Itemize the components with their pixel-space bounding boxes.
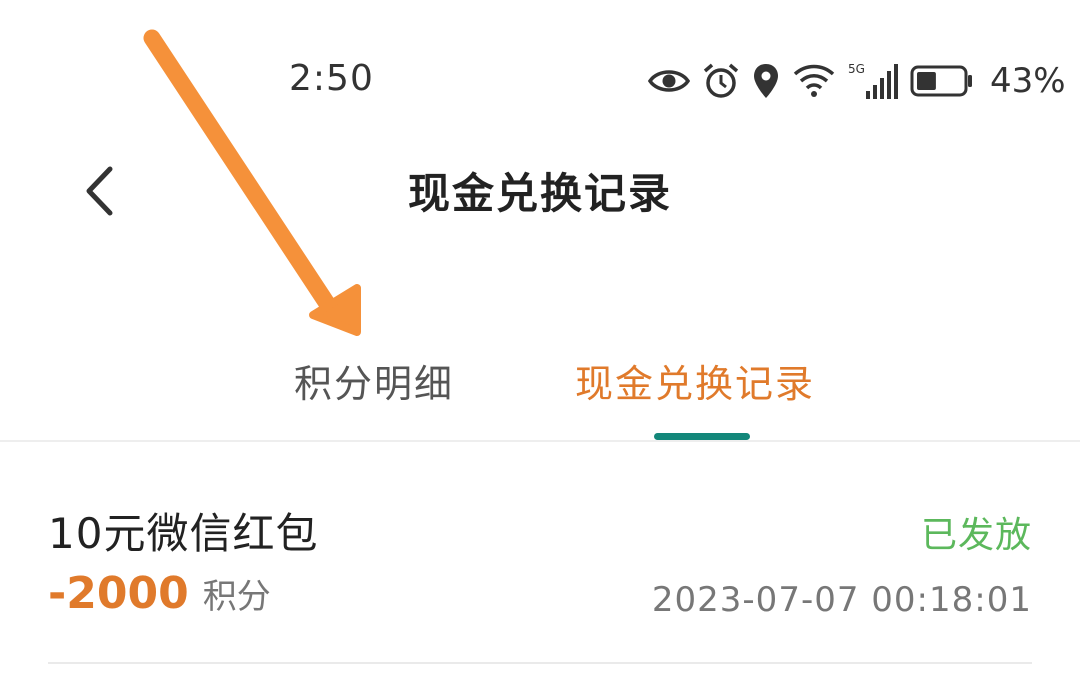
list-divider	[48, 662, 1032, 664]
list-item[interactable]: 10元微信红包 已发放 -2000 积分 2023-07-07 00:18:01	[48, 490, 1032, 666]
page-title: 现金兑换记录	[407, 169, 672, 218]
screen: 2:50 5G 43% 现金兑换记录 积分明细 现金兑换记录 10元微信红包 已…	[0, 0, 1080, 680]
points-value: -2000	[48, 568, 189, 619]
points-unit: 积分	[202, 577, 271, 617]
battery-percent: 43%	[990, 61, 1066, 101]
tab-points-detail[interactable]: 积分明细	[294, 353, 454, 408]
signal-icon: 5G	[848, 62, 898, 99]
alarm-icon	[703, 63, 739, 98]
active-tab-indicator	[654, 433, 750, 440]
location-icon	[754, 64, 778, 98]
wifi-icon	[793, 64, 835, 97]
network-label: 5G	[848, 62, 865, 76]
eye-icon	[648, 70, 690, 92]
tabs-divider	[0, 440, 1080, 442]
tab-bar: 积分明细 现金兑换记录	[0, 345, 1080, 440]
status-badge: 已发放	[920, 515, 1032, 556]
record-points: -2000 积分	[48, 568, 271, 619]
battery-icon	[910, 65, 972, 97]
status-time: 2:50	[289, 58, 374, 99]
record-title: 10元微信红包	[48, 509, 319, 558]
tab-cash-exchange-records[interactable]: 现金兑换记录	[575, 353, 815, 408]
status-icons: 5G 43%	[648, 60, 1066, 102]
record-time: 2023-07-07 00:18:01	[651, 580, 1032, 620]
